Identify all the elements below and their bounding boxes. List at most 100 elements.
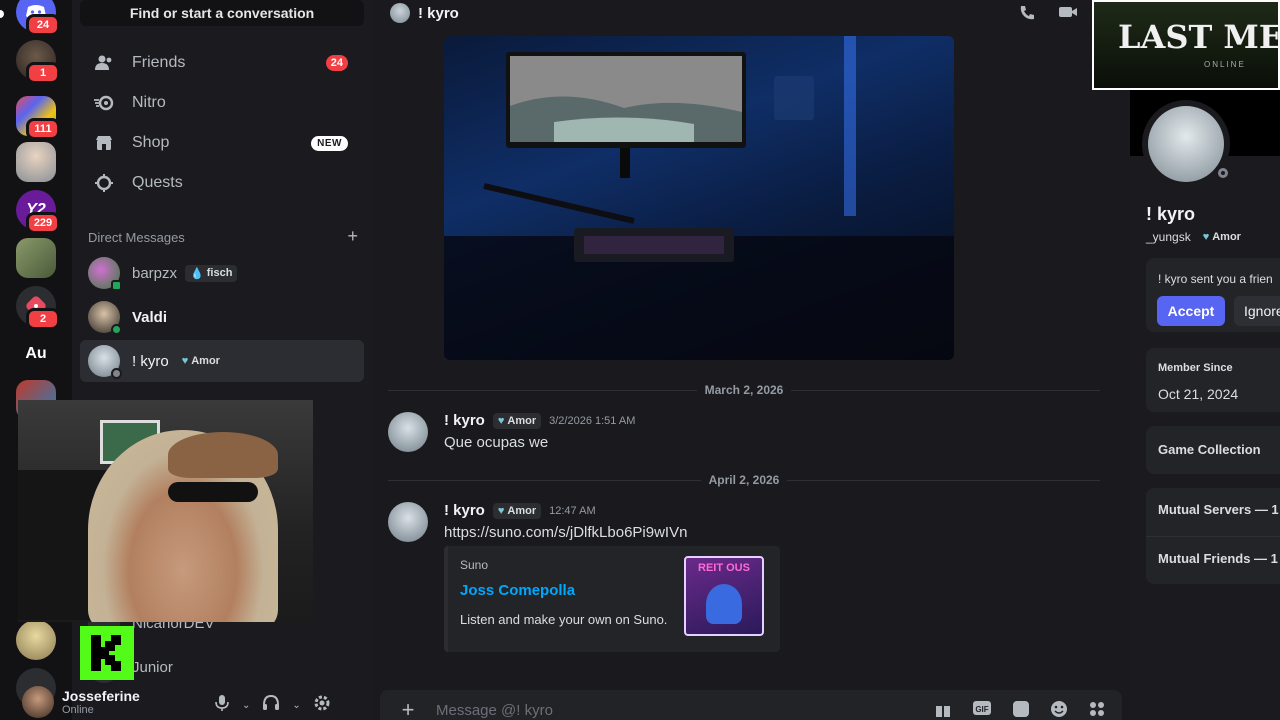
avatar <box>88 345 122 379</box>
message: ! kyro ♥ Amor 12:47 AM https://suno.com/s… <box>388 502 1100 546</box>
thumbnail-caption: REIT OUS <box>698 562 750 574</box>
mutual-friends-row[interactable]: Mutual Friends — 1 <box>1158 551 1278 566</box>
home-button[interactable]: 24 <box>16 0 60 36</box>
date-label: March 2, 2026 <box>704 383 784 397</box>
author-name[interactable]: ! kyro <box>444 412 485 429</box>
dm-header-label: Direct Messages <box>88 230 185 245</box>
profile-username-row: _yungsk ♥ Amor <box>1146 230 1241 244</box>
image-attachment[interactable] <box>444 36 954 360</box>
nav-quests[interactable]: Quests <box>80 164 364 202</box>
dm-section-header: Direct Messages + <box>88 227 358 245</box>
dm-item-barpzx[interactable]: barpzx 💧 fisch <box>80 252 364 294</box>
clan-tag: ♥ Amor <box>176 353 225 369</box>
emoji-icon[interactable] <box>1050 700 1068 720</box>
create-dm-plus-icon[interactable]: + <box>347 227 358 245</box>
nav-label: Quests <box>132 174 183 191</box>
server-icon[interactable] <box>16 238 56 278</box>
dm-name: Valdi <box>132 308 168 326</box>
server-icon[interactable]: Y2 229 <box>16 190 60 234</box>
nitro-icon <box>92 91 116 115</box>
heart-icon: ♥ <box>1202 231 1210 243</box>
webcam-overlay <box>18 400 313 622</box>
voice-call-icon[interactable] <box>1018 4 1036 26</box>
author-name[interactable]: ! kyro <box>444 502 485 519</box>
stream-overlay-banner: LAST MEA ONLINE <box>1092 0 1280 90</box>
drop-icon: 💧 <box>190 267 204 280</box>
date-divider: April 2, 2026 <box>388 473 1100 487</box>
header-avatar <box>390 3 410 23</box>
server-badge: 1 <box>26 62 60 84</box>
gif-icon[interactable]: GIF <box>972 700 992 720</box>
nav-nitro[interactable]: Nitro <box>80 84 364 122</box>
offline-status-icon <box>111 368 122 379</box>
accept-button[interactable]: Accept <box>1157 296 1225 326</box>
heart-icon: ♥ <box>497 504 505 517</box>
server-icon[interactable]: 2 <box>16 286 60 330</box>
message-composer: + Message @! kyro GIF <box>380 690 1122 720</box>
message-avatar[interactable] <box>388 502 428 542</box>
ignore-button[interactable]: Ignore <box>1234 296 1280 326</box>
headphones-icon[interactable] <box>262 694 280 717</box>
chevron-down-icon[interactable]: ⌄ <box>292 700 300 711</box>
user-avatar[interactable] <box>22 686 54 718</box>
friend-request-text: ! kyro sent you a frien <box>1158 272 1273 286</box>
dm-name: ! kyro <box>132 352 169 370</box>
settings-gear-icon[interactable] <box>313 694 331 717</box>
user-panel: Josseferine Online ⌄ ⌄ <box>8 684 364 720</box>
timestamp: 12:47 AM <box>549 504 596 517</box>
cap <box>168 432 278 478</box>
attach-plus-icon[interactable]: + <box>380 697 436 720</box>
svg-text:GIF: GIF <box>975 705 988 714</box>
new-badge: NEW <box>311 135 348 151</box>
sunglasses <box>168 482 258 502</box>
message-link[interactable]: https://suno.com/s/jDlfkLbo6Pi9wIVn <box>444 524 687 541</box>
sticker-icon[interactable] <box>1012 700 1030 720</box>
apps-icon[interactable] <box>1088 700 1106 720</box>
friends-count-badge: 24 <box>325 55 348 71</box>
game-collection-card[interactable]: Game Collection <box>1146 426 1280 474</box>
server-icon[interactable]: 1 <box>16 40 60 84</box>
video-call-icon[interactable] <box>1058 5 1078 23</box>
mutuals-card: Mutual Servers — 1 Mutual Friends — 1 <box>1146 488 1280 584</box>
find-conversation-button[interactable]: Find or start a conversation <box>80 0 364 26</box>
offline-status-icon <box>1214 164 1232 182</box>
message: ! kyro ♥ Amor 3/2/2026 1:51 AM Que ocupas… <box>388 412 1100 456</box>
server-icon[interactable] <box>16 142 56 182</box>
selected-pill <box>0 10 4 18</box>
message-avatar[interactable] <box>388 412 428 452</box>
microphone-icon[interactable] <box>214 694 230 717</box>
nav-label: Nitro <box>132 94 166 111</box>
message-text: Que ocupas we <box>444 434 549 451</box>
profile-display-name: ! kyro <box>1146 204 1196 224</box>
quests-icon <box>92 171 116 195</box>
chevron-down-icon[interactable]: ⌄ <box>242 700 250 711</box>
avatar <box>88 301 122 335</box>
message-header: ! kyro ♥ Amor 3/2/2026 1:51 AM <box>444 412 635 429</box>
member-since-card: Member Since Oct 21, 2024 <box>1146 348 1280 412</box>
nav-shop[interactable]: Shop NEW <box>80 124 364 162</box>
nav-friends[interactable]: Friends 24 <box>80 44 364 82</box>
gift-icon[interactable] <box>934 700 952 720</box>
server-icon[interactable] <box>16 620 56 660</box>
dm-item-kyro[interactable]: ! kyro ♥ Amor <box>80 340 364 382</box>
server-icon[interactable]: 111 <box>16 96 60 140</box>
embed-title[interactable]: Joss Comepolla <box>460 582 575 599</box>
chat-area: ! kyro March 2, 2026 ! kyro ♥ Amor 3/2/2… <box>372 0 1130 720</box>
server-badge: 24 <box>26 14 60 36</box>
profile-avatar[interactable] <box>1148 106 1232 182</box>
shop-icon <box>92 131 116 155</box>
server-icon[interactable]: Au <box>16 334 56 374</box>
chat-title: ! kyro <box>418 4 459 22</box>
server-badge: 2 <box>26 308 60 330</box>
date-divider: March 2, 2026 <box>388 383 1100 397</box>
message-header: ! kyro ♥ Amor 12:47 AM <box>444 502 596 519</box>
divider <box>1146 536 1280 537</box>
online-status-icon <box>111 324 122 335</box>
message-input[interactable]: Message @! kyro <box>436 702 553 719</box>
mutual-servers-row[interactable]: Mutual Servers — 1 <box>1158 502 1279 517</box>
game-collection-label: Game Collection <box>1158 442 1261 457</box>
nav-label: Friends <box>132 54 186 71</box>
dm-item-valdi[interactable]: Valdi <box>80 296 364 338</box>
embed-thumbnail[interactable]: REIT OUS <box>684 556 764 636</box>
friend-request-card: ! kyro sent you a frien Accept Ignore <box>1146 258 1280 332</box>
